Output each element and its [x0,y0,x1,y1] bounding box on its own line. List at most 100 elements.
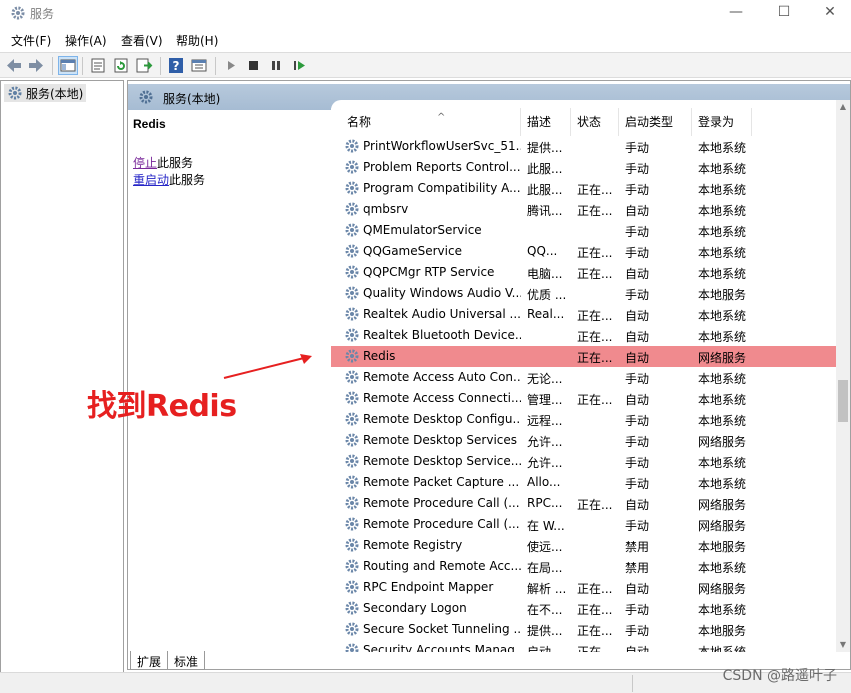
table-row[interactable]: Quality Windows Audio V... 优质 ... 手动 本地服务 [331,283,836,304]
service-startup-type: 手动 [625,225,650,239]
service-logon-as: 本地系统 [698,645,747,652]
service-startup-type: 自动 [625,267,650,281]
menu-file[interactable]: 文件(F) [11,32,51,49]
service-description: 在 W... [527,519,565,533]
table-row[interactable]: Remote Desktop Service... 允许... 手动 本地系统 [331,451,836,472]
table-row[interactable]: QQGameService QQ... 正在... 手动 本地系统 [331,241,836,262]
service-startup-type: 自动 [625,204,650,218]
restart-service-icon[interactable] [290,57,308,74]
stop-service-icon[interactable] [244,57,262,74]
forward-icon[interactable] [27,57,45,74]
close-button[interactable]: ✕ [807,0,851,26]
service-gear-icon [345,286,359,300]
service-description: Allo... [527,475,561,489]
status-divider [632,675,633,692]
service-gear-icon [345,139,359,153]
table-row[interactable]: qmbsrv 腾讯... 正在... 自动 本地系统 [331,199,836,220]
table-row[interactable]: Realtek Bluetooth Device... 正在... 自动 本地系统 [331,325,836,346]
column-header-startup-type[interactable]: 启动类型 [619,108,692,136]
service-gear-icon [345,181,359,195]
back-icon[interactable] [5,57,23,74]
toolbar-separator [82,57,83,75]
table-row[interactable]: Secondary Logon 在不... 正在... 手动 本地系统 [331,598,836,619]
service-description: 在不... [527,603,563,617]
toolbar-separator [215,57,216,75]
services-list: 名称 ^ 描述 状态 启动类型 登录为 PrintWorkflowUserSvc… [331,100,836,652]
table-row[interactable]: QQPCMgr RTP Service 电脑... 正在... 自动 本地系统 [331,262,836,283]
toolbar: ? [0,52,851,78]
help-icon[interactable]: ? [167,57,185,74]
table-row[interactable]: Remote Access Connecti... 管理... 正在... 自动 本地系… [331,388,836,409]
service-status: 正在... [577,204,613,218]
table-row[interactable]: Remote Access Auto Con... 无论... 手动 本地系统 [331,367,836,388]
service-gear-icon [345,496,359,510]
tab-extended[interactable]: 扩展 [130,651,169,670]
table-row[interactable]: Problem Reports Control... 此服... 手动 本地系统 [331,157,836,178]
service-name: QMEmulatorService [363,223,482,237]
table-row[interactable]: Redis 正在... 自动 网络服务 [331,346,836,367]
console-tree: 服务(本地) [0,80,124,678]
list-header: 名称 ^ 描述 状态 启动类型 登录为 [331,108,836,136]
service-status: 正在... [577,183,613,197]
menu-view[interactable]: 查看(V) [121,32,163,49]
table-row[interactable]: Secure Socket Tunneling ... 提供... 正在... 手动 本… [331,619,836,640]
refresh-icon[interactable] [112,57,130,74]
column-header-description[interactable]: 描述 [521,108,571,136]
service-status: 正在... [577,267,613,281]
svg-text:?: ? [173,59,180,73]
tree-node-services-local[interactable]: 服务(本地) [4,84,87,102]
start-service-icon[interactable] [222,57,240,74]
service-description: 腾讯... [527,204,563,218]
service-gear-icon [345,601,359,615]
pause-service-icon[interactable] [267,57,285,74]
table-row[interactable]: Remote Desktop Configu... 远程... 手动 本地系统 [331,409,836,430]
service-status: 正在... [577,309,613,323]
column-header-status[interactable]: 状态 [571,108,619,136]
table-row[interactable]: Remote Desktop Services 允许... 手动 网络服务 [331,430,836,451]
maximize-button[interactable]: ☐ [761,0,807,26]
toolbar-separator [52,57,53,75]
table-row[interactable]: Realtek Audio Universal ... Real... 正在... 自… [331,304,836,325]
table-row[interactable]: Program Compatibility A... 此服... 正在... 手动 本地… [331,178,836,199]
table-row[interactable]: Remote Procedure Call (... 在 W... 手动 网络服务 [331,514,836,535]
export-list-icon[interactable] [135,57,153,74]
service-status: 正在... [577,351,613,365]
minimize-button[interactable]: — [713,0,759,26]
selected-service-name: Redis [133,117,166,131]
properties-icon[interactable] [89,57,107,74]
scrollbar-thumb[interactable] [838,380,848,422]
service-name: Realtek Bluetooth Device... [363,328,521,342]
menu-help[interactable]: 帮助(H) [176,32,218,49]
service-startup-type: 禁用 [625,561,650,575]
table-row[interactable]: Remote Procedure Call (... RPC... 正在... 自动 网… [331,493,836,514]
column-header-name[interactable]: 名称 ^ [341,108,521,136]
table-row[interactable]: Remote Packet Capture ... Allo... 手动 本地系统 [331,472,836,493]
view-icon[interactable] [190,57,208,74]
service-logon-as: 本地系统 [698,246,747,260]
stop-service-link[interactable]: 停止 [133,156,157,170]
menu-bar: 文件(F) 操作(A) 查看(V) 帮助(H) [0,29,851,51]
table-row[interactable]: Remote Registry 使远... 禁用 本地服务 [331,535,836,556]
service-logon-as: 本地系统 [698,204,747,218]
service-startup-type: 自动 [625,582,650,596]
services-gear-icon [11,6,25,20]
menu-action[interactable]: 操作(A) [65,32,107,49]
service-gear-icon [345,454,359,468]
service-startup-type: 禁用 [625,540,650,554]
stop-service-suffix: 此服务 [157,156,194,170]
column-header-logon-as[interactable]: 登录为 [692,108,752,136]
vertical-scrollbar[interactable]: ▲ ▼ [836,100,850,652]
service-name: Secondary Logon [363,601,467,615]
table-row[interactable]: QMEmulatorService 手动 本地系统 [331,220,836,241]
scroll-down-arrow-icon[interactable]: ▼ [838,640,848,650]
service-startup-type: 自动 [625,498,650,512]
restart-service-link[interactable]: 重启动 [133,173,169,187]
table-row[interactable]: PrintWorkflowUserSvc_51... 提供... 手动 本地系统 [331,136,836,157]
table-row[interactable]: Routing and Remote Acc... 在局... 禁用 本地系统 [331,556,836,577]
show-hide-tree-icon[interactable] [58,56,78,75]
table-row[interactable]: RPC Endpoint Mapper 解析 ... 正在... 自动 网络服务 [331,577,836,598]
tab-standard[interactable]: 标准 [167,651,206,670]
scroll-up-arrow-icon[interactable]: ▲ [838,102,848,112]
service-name: Remote Packet Capture ... [363,475,520,489]
services-gear-icon [8,86,22,100]
